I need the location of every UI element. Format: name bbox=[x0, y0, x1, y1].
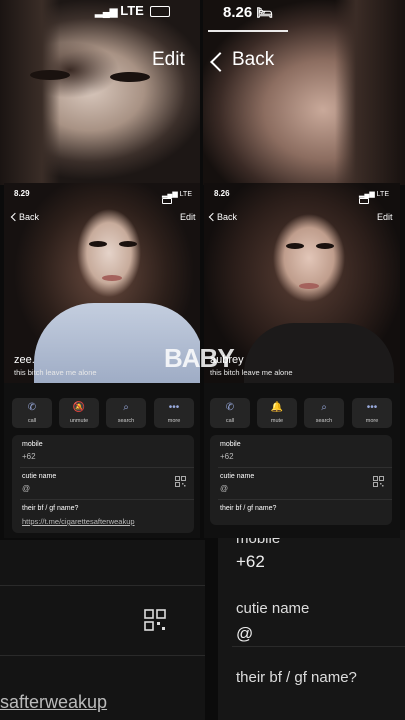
mobile-label: mobile bbox=[220, 441, 241, 448]
call-label: call bbox=[27, 418, 37, 424]
mobile-label: mobile bbox=[22, 441, 43, 448]
mobile-value[interactable]: +62 bbox=[22, 452, 36, 461]
phone-icon: ✆ bbox=[27, 402, 37, 413]
more-button[interactable]: ••• more bbox=[154, 398, 194, 428]
search-label: search bbox=[315, 418, 333, 424]
hair-shape bbox=[335, 0, 405, 185]
signal-icon: ▂▄▆ bbox=[359, 191, 377, 198]
signal-icon: ▂▄▆ bbox=[95, 7, 121, 18]
lips-shape bbox=[299, 283, 319, 289]
qr-code-icon[interactable] bbox=[144, 609, 166, 631]
bfgf-label: their bf / gf name? bbox=[22, 505, 79, 512]
eye-shape bbox=[30, 70, 70, 80]
eye-shape bbox=[286, 243, 304, 249]
cutie-name-value[interactable]: @ bbox=[220, 484, 228, 493]
background-bfgf-label: their bf / gf name? bbox=[236, 669, 357, 686]
call-button[interactable]: ✆ call bbox=[210, 398, 250, 428]
contact-name: zee. bbox=[14, 354, 35, 366]
mute-button[interactable]: 🔔 mute bbox=[257, 398, 297, 428]
battery-icon bbox=[150, 6, 171, 18]
contact-info-panel: mobile +62 cutie name @ their bf / gf na… bbox=[12, 435, 194, 533]
bell-icon: 🔔 bbox=[270, 402, 284, 413]
more-label: more bbox=[365, 418, 379, 424]
background-cutie-value: @ bbox=[236, 624, 254, 643]
eye-shape bbox=[316, 243, 334, 249]
contact-status-line: this bitch leave me alone bbox=[14, 368, 97, 377]
battery-icon bbox=[162, 198, 172, 205]
bfgf-label: their bf / gf name? bbox=[220, 505, 277, 512]
divider bbox=[208, 30, 288, 32]
divider bbox=[20, 499, 194, 500]
bed-icon: 🛏 bbox=[256, 5, 273, 20]
search-label: search bbox=[117, 418, 135, 424]
search-icon: ⌕ bbox=[321, 402, 327, 413]
status-carrier: ▂▄▆ LTE bbox=[162, 190, 200, 205]
background-back-button[interactable]: Back bbox=[232, 49, 274, 71]
status-carrier: ▂▄▆ LTE bbox=[359, 190, 400, 205]
background-status-carrier: ▂▄▆ LTE bbox=[95, 3, 171, 18]
background-photo-right bbox=[203, 0, 405, 185]
qr-code-icon[interactable] bbox=[175, 476, 186, 487]
contact-info-panel: mobile +62 cutie name @ their bf / gf na… bbox=[210, 435, 392, 525]
cutie-name-label: cutie name bbox=[220, 473, 255, 480]
divider bbox=[232, 646, 405, 647]
background-status-time: 8.26 🛏 bbox=[223, 4, 273, 21]
mobile-value[interactable]: +62 bbox=[220, 452, 234, 461]
action-bar: ✆ call 🔔 mute ⌕ search ••• more bbox=[210, 398, 392, 428]
divider bbox=[0, 655, 205, 656]
divider bbox=[218, 467, 392, 468]
more-button[interactable]: ••• more bbox=[352, 398, 392, 428]
back-button[interactable]: Back bbox=[19, 212, 39, 222]
bell-slash-icon: 🔕 bbox=[72, 402, 86, 413]
background-edit-button[interactable]: Edit bbox=[152, 49, 185, 71]
action-bar: ✆ call 🔕 unmute ⌕ search ••• more bbox=[12, 398, 194, 428]
status-time: 8.26 bbox=[214, 189, 230, 198]
eye-shape bbox=[110, 72, 150, 82]
bfgf-link[interactable]: https://t.me/cigarettesafterweakup bbox=[22, 517, 135, 526]
status-time: 8.29 bbox=[14, 189, 30, 198]
eye-shape bbox=[119, 241, 137, 247]
search-icon: ⌕ bbox=[123, 402, 129, 413]
mute-label: mute bbox=[270, 418, 284, 424]
signal-icon: ▂▄▆ bbox=[162, 191, 180, 198]
more-icon: ••• bbox=[366, 402, 378, 413]
back-button[interactable]: Back bbox=[217, 212, 237, 222]
divider bbox=[0, 585, 205, 586]
edit-button[interactable]: Edit bbox=[377, 212, 393, 222]
cutie-name-value[interactable]: @ bbox=[22, 484, 30, 493]
unmute-label: unmute bbox=[69, 418, 89, 424]
edit-button[interactable]: Edit bbox=[180, 212, 196, 222]
call-label: call bbox=[225, 418, 235, 424]
call-button[interactable]: ✆ call bbox=[12, 398, 52, 428]
background-link-fragment[interactable]: safterweakup bbox=[0, 692, 107, 713]
background-cutie-label: cutie name bbox=[236, 600, 310, 617]
unmute-button[interactable]: 🔕 unmute bbox=[59, 398, 99, 428]
divider bbox=[20, 467, 194, 468]
eye-shape bbox=[89, 241, 107, 247]
battery-icon bbox=[359, 198, 369, 205]
divider bbox=[218, 499, 392, 500]
hair-shape bbox=[0, 0, 60, 185]
phone-icon: ✆ bbox=[225, 402, 235, 413]
background-mobile-value: +62 bbox=[236, 552, 265, 571]
cutie-name-label: cutie name bbox=[22, 473, 57, 480]
lips-shape bbox=[102, 275, 122, 281]
more-label: more bbox=[167, 418, 181, 424]
qr-code-icon[interactable] bbox=[373, 476, 384, 487]
search-button[interactable]: ⌕ search bbox=[304, 398, 344, 428]
more-icon: ••• bbox=[168, 402, 180, 413]
search-button[interactable]: ⌕ search bbox=[106, 398, 146, 428]
overlay-text: BABY bbox=[164, 343, 235, 373]
background-photo-left bbox=[0, 0, 200, 185]
